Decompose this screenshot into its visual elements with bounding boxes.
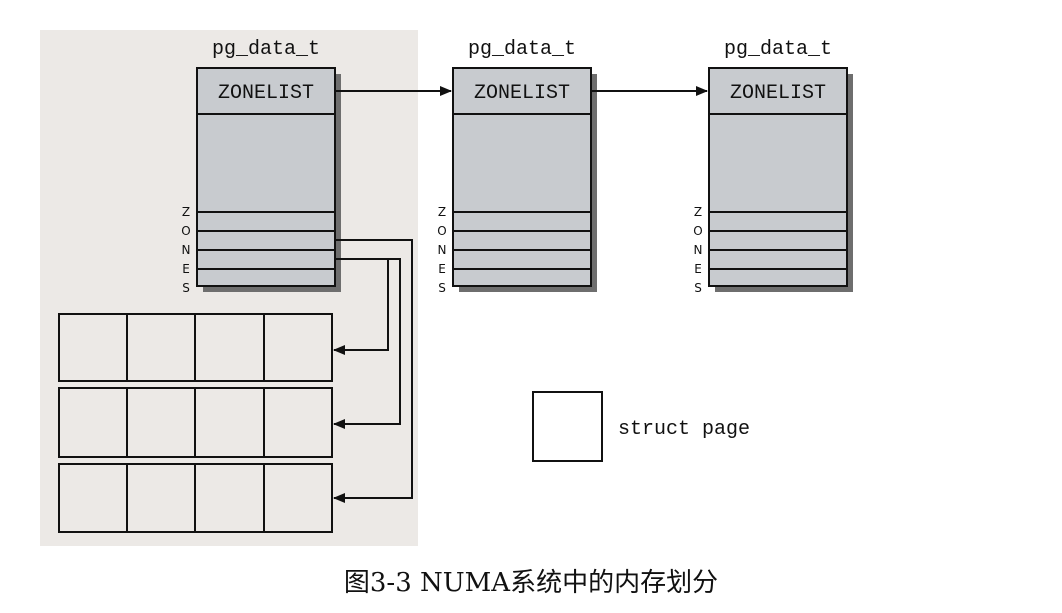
svg-text:E: E (438, 262, 446, 276)
numa-diagram: pg_data_t ZONELIST Z O N E S pg_data_t Z… (40, 30, 853, 546)
node2-zones-label: Z O N E S (693, 205, 702, 295)
node0-zones-label: Z O N E S (181, 205, 190, 295)
svg-text:O: O (181, 224, 190, 238)
svg-text:Z: Z (438, 205, 446, 219)
pg-data-node-0: pg_data_t ZONELIST Z O N E S (181, 38, 341, 295)
svg-text:O: O (437, 224, 446, 238)
svg-text:N: N (438, 243, 447, 257)
svg-text:E: E (182, 262, 190, 276)
svg-text:N: N (182, 243, 191, 257)
figure-caption: 图3-3 NUMA系统中的内存划分 (343, 568, 719, 598)
legend: struct page (532, 391, 750, 462)
svg-text:S: S (694, 281, 702, 295)
svg-text:S: S (182, 281, 190, 295)
svg-text:Z: Z (694, 205, 702, 219)
svg-text:S: S (438, 281, 446, 295)
node1-struct-label: pg_data_t (468, 38, 576, 61)
svg-text:Z: Z (182, 205, 190, 219)
legend-struct-page-box (532, 391, 603, 462)
legend-label: struct page (618, 418, 750, 441)
node0-zonelist-label: ZONELIST (218, 82, 314, 105)
node2-struct-label: pg_data_t (724, 38, 832, 61)
svg-text:N: N (694, 243, 703, 257)
node0-struct-label: pg_data_t (212, 38, 320, 61)
svg-text:E: E (694, 262, 702, 276)
node1-zones-label: Z O N E S (437, 205, 446, 295)
pg-data-node-1: pg_data_t ZONELIST Z O N E S (437, 38, 597, 295)
svg-text:O: O (693, 224, 702, 238)
node2-zonelist-label: ZONELIST (730, 82, 826, 105)
pg-data-node-2: pg_data_t ZONELIST Z O N E S (693, 38, 853, 295)
node1-zonelist-label: ZONELIST (474, 82, 570, 105)
